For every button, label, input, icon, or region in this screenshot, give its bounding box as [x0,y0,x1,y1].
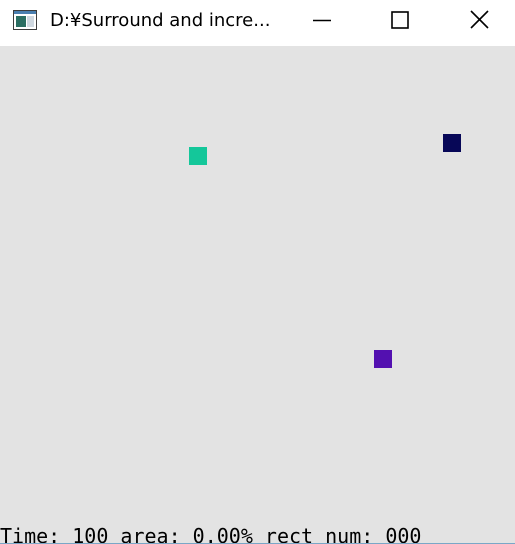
minimize-button[interactable] [298,0,344,40]
status-text: Time: 100 area: 0.00% rect num: 000 [0,524,422,544]
app-window: D:¥Surround and incre... Time: 100 area:… [0,0,515,544]
app-window-icon [13,10,37,30]
minimize-icon [313,19,331,22]
window-title: D:¥Surround and incre... [50,10,271,31]
square-navy [443,134,461,152]
square-purple [374,350,392,368]
maximize-icon [391,11,409,29]
square-teal [189,147,207,165]
title-bar[interactable]: D:¥Surround and incre... [0,0,515,44]
game-canvas[interactable]: Time: 100 area: 0.00% rect num: 000 [0,46,515,544]
close-button[interactable] [456,0,502,40]
maximize-button[interactable] [377,0,423,40]
close-icon [470,10,489,29]
